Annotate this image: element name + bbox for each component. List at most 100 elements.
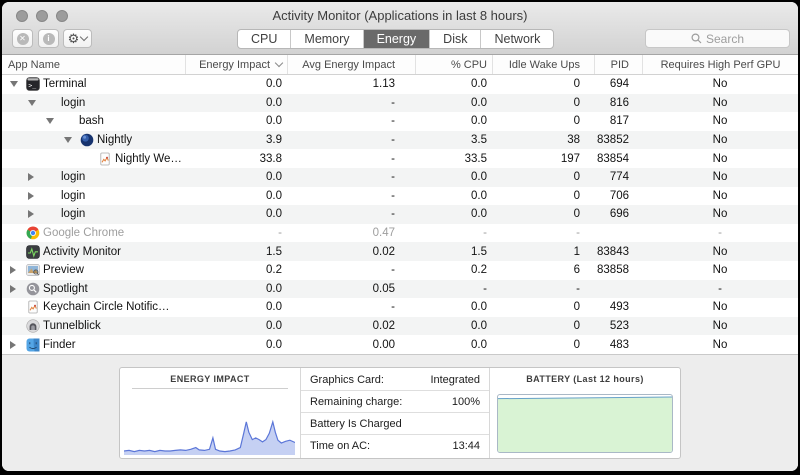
- cell-energy_impact: 0.0: [185, 78, 287, 90]
- cell-avg_energy_impact: 0.02: [287, 246, 415, 258]
- disclosure-triangle-collapsed-icon[interactable]: [10, 341, 16, 349]
- disclosure-triangle-collapsed-icon[interactable]: [28, 173, 34, 181]
- app-name-label: bash: [79, 115, 104, 127]
- summary-panel: ENERGY IMPACT Graphics Card:Integrated Re…: [119, 367, 681, 459]
- tab-cpu[interactable]: CPU: [238, 30, 290, 48]
- column-header-requires_high_perf_gpu[interactable]: Requires High Perf GPU: [642, 55, 798, 74]
- battery-info-row: Graphics Card:Integrated: [301, 369, 489, 391]
- cell-pid: 816: [594, 97, 642, 109]
- cell-pid: 523: [594, 320, 642, 332]
- cell-idle_wake_ups: 6: [492, 264, 594, 276]
- battery-chart: [498, 395, 672, 452]
- quit-process-button[interactable]: ✕: [12, 29, 33, 48]
- activity-monitor-icon: [26, 245, 43, 259]
- table-row[interactable]: Nightly3.9-3.53883852No: [2, 131, 798, 150]
- inspect-process-button[interactable]: i: [38, 29, 59, 48]
- table-row[interactable]: bash0.0-0.00817No: [2, 112, 798, 131]
- disclosure-box: [46, 118, 62, 124]
- cell-cpu: 0.0: [415, 301, 492, 313]
- chevron-down-icon: [80, 33, 88, 41]
- table-row[interactable]: Preview0.2-0.2683858No: [2, 261, 798, 280]
- app-name-cell: Finder: [2, 338, 185, 352]
- cell-energy_impact: 0.0: [185, 320, 287, 332]
- column-header-label: Energy Impact: [199, 59, 270, 71]
- search-placeholder: Search: [706, 32, 744, 46]
- cell-cpu: 0.0: [415, 190, 492, 202]
- cell-energy_impact: 0.0: [185, 301, 287, 313]
- options-menu-button[interactable]: ⚙: [63, 29, 92, 48]
- app-name-cell: login: [2, 208, 185, 220]
- cell-requires_high_perf_gpu: No: [642, 301, 798, 313]
- table-row[interactable]: Google Chrome-0.47---: [2, 224, 798, 243]
- cell-requires_high_perf_gpu: No: [642, 264, 798, 276]
- search-input[interactable]: Search: [645, 29, 790, 48]
- tab-energy[interactable]: Energy: [363, 30, 430, 48]
- disclosure-box: [28, 100, 44, 106]
- cell-requires_high_perf_gpu: No: [642, 78, 798, 90]
- column-header-energy_impact[interactable]: Energy Impact: [185, 55, 287, 74]
- disclosure-triangle-expanded-icon[interactable]: [28, 100, 36, 106]
- disclosure-triangle-collapsed-icon[interactable]: [28, 210, 34, 218]
- cell-energy_impact: 0.0: [185, 115, 287, 127]
- cell-energy_impact: 0.2: [185, 264, 287, 276]
- cell-pid: 694: [594, 78, 642, 90]
- table-row[interactable]: Finder0.00.000.00483No: [2, 335, 798, 354]
- cell-idle_wake_ups: 0: [492, 339, 594, 351]
- table-row[interactable]: Nightly We…33.8-33.519783854No: [2, 149, 798, 168]
- table-row[interactable]: login0.0-0.00696No: [2, 205, 798, 224]
- app-name-label: Tunnelblick: [43, 320, 101, 332]
- spotlight-icon: [26, 282, 43, 296]
- cell-energy_impact: 33.8: [185, 153, 287, 165]
- cell-avg_energy_impact: -: [287, 153, 415, 165]
- activity-monitor-window: Activity Monitor (Applications in last 8…: [2, 2, 798, 471]
- disclosure-triangle-collapsed-icon[interactable]: [10, 266, 16, 274]
- tab-disk[interactable]: Disk: [429, 30, 480, 48]
- process-table: >_Terminal0.01.130.00694Nologin0.0-0.008…: [2, 75, 798, 354]
- tab-network[interactable]: Network: [480, 30, 553, 48]
- table-row[interactable]: >_Terminal0.01.130.00694No: [2, 75, 798, 94]
- table-row[interactable]: login0.0-0.00816No: [2, 94, 798, 113]
- cell-pid: 493: [594, 301, 642, 313]
- disclosure-triangle-expanded-icon[interactable]: [46, 118, 54, 124]
- tab-memory[interactable]: Memory: [290, 30, 362, 48]
- preview-icon: [26, 263, 43, 277]
- cell-cpu: 1.5: [415, 246, 492, 258]
- table-header: App Name Energy Impact Avg Energy Impact% …: [2, 55, 798, 75]
- cell-avg_energy_impact: 1.13: [287, 78, 415, 90]
- column-header-app_name[interactable]: App Name: [2, 55, 185, 74]
- app-name-label: Activity Monitor: [43, 246, 121, 258]
- table-row[interactable]: Keychain Circle Notific…0.0-0.00493No: [2, 298, 798, 317]
- table-row[interactable]: Tunnelblick0.00.020.00523No: [2, 317, 798, 336]
- cell-requires_high_perf_gpu: No: [642, 208, 798, 220]
- info-label: Remaining charge:: [310, 396, 402, 408]
- column-header-pid[interactable]: PID: [594, 55, 642, 74]
- cell-requires_high_perf_gpu: -: [642, 227, 798, 239]
- table-row[interactable]: login0.0-0.00774No: [2, 168, 798, 187]
- cell-requires_high_perf_gpu: No: [642, 190, 798, 202]
- cell-avg_energy_impact: -: [287, 134, 415, 146]
- column-header-cpu[interactable]: % CPU: [415, 55, 492, 74]
- energy-impact-chart: [124, 398, 295, 455]
- disclosure-box: [28, 173, 44, 181]
- column-header-label: PID: [611, 59, 629, 71]
- cell-avg_energy_impact: -: [287, 208, 415, 220]
- cell-idle_wake_ups: -: [492, 227, 594, 239]
- disclosure-triangle-expanded-icon[interactable]: [10, 81, 18, 87]
- disclosure-triangle-collapsed-icon[interactable]: [28, 192, 34, 200]
- cell-avg_energy_impact: -: [287, 171, 415, 183]
- cell-requires_high_perf_gpu: No: [642, 171, 798, 183]
- disclosure-triangle-expanded-icon[interactable]: [64, 137, 72, 143]
- table-row[interactable]: login0.0-0.00706No: [2, 187, 798, 206]
- energy-impact-panel: ENERGY IMPACT: [120, 368, 301, 458]
- cell-pid: 83852: [594, 134, 642, 146]
- app-name-label: Finder: [43, 339, 76, 351]
- cell-requires_high_perf_gpu: No: [642, 115, 798, 127]
- disclosure-triangle-collapsed-icon[interactable]: [10, 285, 16, 293]
- table-row[interactable]: Activity Monitor1.50.021.5183843No: [2, 242, 798, 261]
- column-header-idle_wake_ups[interactable]: Idle Wake Ups: [492, 55, 594, 74]
- column-header-avg_energy_impact[interactable]: Avg Energy Impact: [287, 55, 415, 74]
- info-value: Integrated: [430, 374, 480, 386]
- info-label: Battery Is Charged: [310, 418, 402, 430]
- table-row[interactable]: Spotlight0.00.05---: [2, 280, 798, 299]
- cell-energy_impact: 0.0: [185, 97, 287, 109]
